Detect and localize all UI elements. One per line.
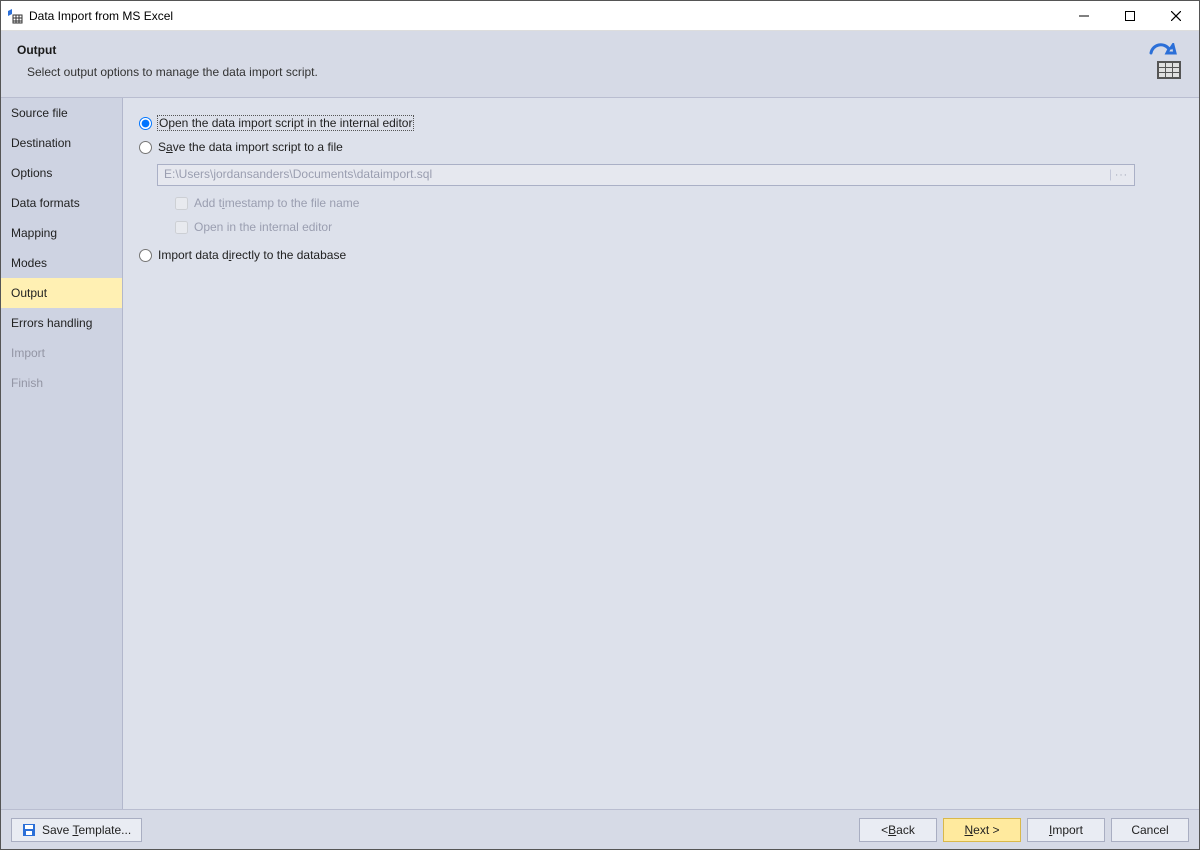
page-subtitle: Select output options to manage the data… [27,65,1143,79]
wizard-footer: Save Template... < Back Next > Import Ca… [1,809,1199,849]
window-controls [1061,1,1199,30]
checkbox-add-timestamp-label: Add timestamp to the file name [194,196,359,210]
checkbox-open-internal-editor [175,221,188,234]
file-path-value: E:\Users\jordansanders\Documents\dataimp… [164,167,432,181]
page-title: Output [17,43,1143,57]
back-button[interactable]: < Back [859,818,937,842]
browse-button: ··· [1110,170,1132,181]
sidebar-item-destination[interactable]: Destination [1,128,122,158]
radio-import-directly-label[interactable]: Import data directly to the database [158,248,346,262]
radio-import-directly[interactable] [139,249,152,262]
minimize-button[interactable] [1061,1,1107,30]
radio-open-internal-editor-label[interactable]: Open the data import script in the inter… [158,116,413,130]
radio-save-to-file[interactable] [139,141,152,154]
sidebar-item-output[interactable]: Output [1,278,122,308]
sidebar-item-options[interactable]: Options [1,158,122,188]
import-button[interactable]: Import [1027,818,1105,842]
save-template-label: Save Template... [42,823,131,837]
sidebar-item-import: Import [1,338,122,368]
sidebar-item-errors-handling[interactable]: Errors handling [1,308,122,338]
wizard-header: Output Select output options to manage t… [1,31,1199,98]
radio-open-internal-editor[interactable] [139,117,152,130]
checkbox-open-internal-editor-label: Open in the internal editor [194,220,332,234]
wizard-content: Open the data import script in the inter… [123,98,1199,809]
sidebar-item-mapping[interactable]: Mapping [1,218,122,248]
next-button[interactable]: Next > [943,818,1021,842]
sidebar-item-data-formats[interactable]: Data formats [1,188,122,218]
sidebar-item-finish: Finish [1,368,122,398]
save-icon [22,823,36,837]
file-path-field: E:\Users\jordansanders\Documents\dataimp… [157,164,1135,186]
close-button[interactable] [1153,1,1199,30]
sidebar-item-modes[interactable]: Modes [1,248,122,278]
sidebar-item-source-file[interactable]: Source file [1,98,122,128]
import-grid-icon [7,8,23,24]
save-template-button[interactable]: Save Template... [11,818,142,842]
maximize-button[interactable] [1107,1,1153,30]
radio-save-to-file-label[interactable]: Save the data import script to a file [158,140,343,154]
titlebar: Data Import from MS Excel [1,1,1199,31]
checkbox-add-timestamp [175,197,188,210]
window-title: Data Import from MS Excel [29,9,1061,23]
refresh-grid-icon [1143,43,1183,83]
cancel-button[interactable]: Cancel [1111,818,1189,842]
wizard-sidebar: Source file Destination Options Data for… [1,98,123,809]
